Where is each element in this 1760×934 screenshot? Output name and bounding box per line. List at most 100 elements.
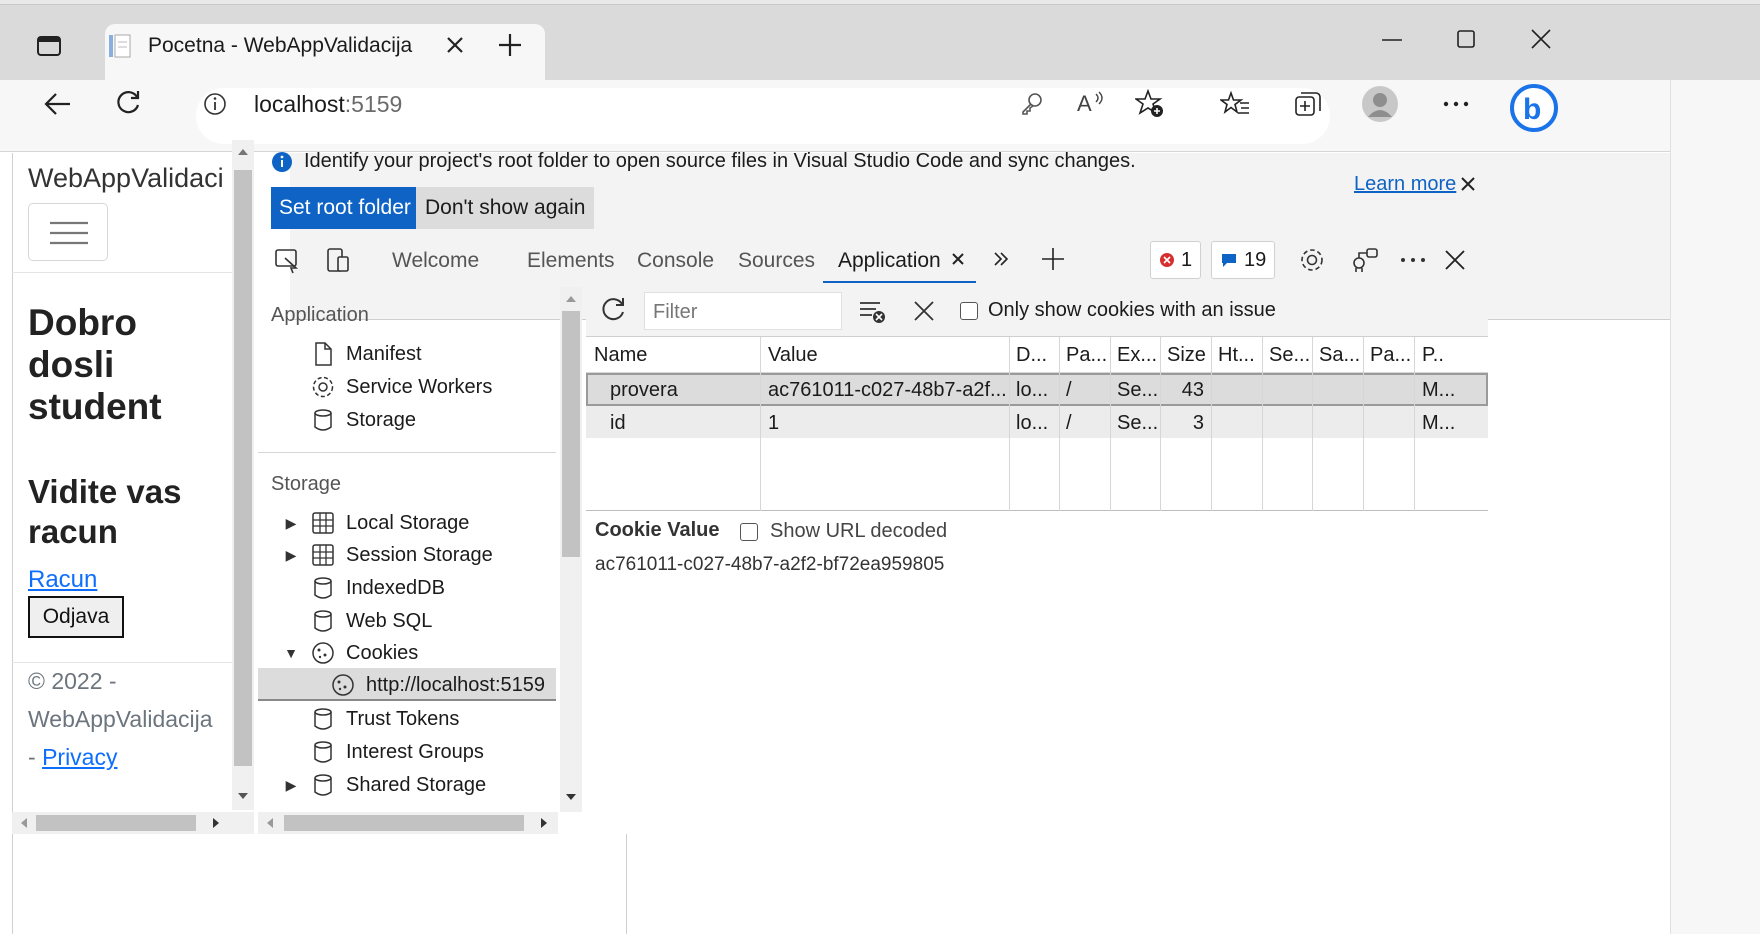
page-vertical-scrollbar[interactable] bbox=[232, 140, 254, 810]
site-info-button[interactable] bbox=[203, 92, 227, 116]
clear-filtered-cookies-button[interactable] bbox=[858, 297, 888, 325]
col-header-size[interactable]: Size bbox=[1167, 344, 1209, 367]
cell-expires[interactable]: Se... bbox=[1117, 379, 1157, 402]
col-header-partition[interactable]: Pa... bbox=[1370, 344, 1410, 367]
cell-name[interactable]: provera bbox=[610, 379, 678, 402]
tree-item-local-storage[interactable]: ▶ Local Storage bbox=[284, 505, 469, 541]
tab-welcome[interactable]: Welcome bbox=[392, 249, 479, 273]
favorites-button[interactable] bbox=[1220, 91, 1250, 117]
collections-button[interactable] bbox=[1294, 91, 1322, 117]
cookie-filter-input[interactable]: Filter bbox=[644, 292, 842, 330]
col-header-domain[interactable]: D... bbox=[1016, 344, 1056, 367]
sidebar-horizontal-scrollbar[interactable] bbox=[258, 812, 558, 834]
expand-caret-icon[interactable]: ▶ bbox=[284, 515, 298, 532]
show-url-decoded-checkbox[interactable]: Show URL decoded bbox=[740, 520, 947, 543]
logout-button[interactable]: Odjava bbox=[28, 596, 124, 638]
more-tabs-button[interactable] bbox=[992, 250, 1010, 268]
col-header-secure[interactable]: Se... bbox=[1269, 344, 1309, 367]
privacy-link[interactable]: Privacy bbox=[42, 744, 117, 770]
tab-application[interactable]: Application bbox=[838, 249, 941, 273]
refresh-button[interactable] bbox=[114, 89, 142, 117]
tab-application-close[interactable] bbox=[951, 252, 965, 266]
cell-expires[interactable]: Se... bbox=[1117, 412, 1157, 435]
cell-size[interactable]: 3 bbox=[1160, 412, 1204, 435]
add-favorite-button[interactable] bbox=[1135, 89, 1165, 119]
tab-sources[interactable]: Sources bbox=[738, 249, 815, 273]
col-header-name[interactable]: Name bbox=[594, 344, 647, 367]
tree-item-interest-groups[interactable]: Interest Groups bbox=[310, 734, 484, 770]
sidebar-vertical-scrollbar[interactable] bbox=[560, 287, 582, 812]
tree-item-service-workers[interactable]: Service Workers bbox=[310, 369, 492, 405]
collapse-caret-icon[interactable]: ▼ bbox=[284, 645, 298, 661]
url-text[interactable]: localhost:5159 bbox=[254, 89, 402, 119]
col-header-path[interactable]: Pa... bbox=[1066, 344, 1106, 367]
tab-console[interactable]: Console bbox=[637, 249, 714, 273]
cell-value[interactable]: ac761011-c027-48b7-a2f... bbox=[768, 379, 1006, 402]
tree-item-web-sql[interactable]: Web SQL bbox=[310, 603, 432, 639]
tree-item-manifest[interactable]: Manifest bbox=[310, 336, 422, 372]
maximize-button[interactable] bbox=[1455, 28, 1477, 50]
tree-item-storage-overview[interactable]: Storage bbox=[310, 402, 416, 438]
only-issue-checkbox[interactable]: Only show cookies with an issue bbox=[960, 299, 1276, 322]
inspect-element-button[interactable] bbox=[274, 248, 300, 274]
sidebar-scroll-thumb[interactable] bbox=[562, 311, 580, 557]
cell-domain[interactable]: lo... bbox=[1016, 412, 1056, 435]
page-hscroll-thumb[interactable] bbox=[36, 815, 196, 831]
infobar-close-button[interactable] bbox=[1460, 176, 1476, 192]
racun-link[interactable]: Racun bbox=[28, 566, 97, 594]
col-header-samesite[interactable]: Sa... bbox=[1319, 344, 1359, 367]
col-header-priority[interactable]: P.. bbox=[1422, 344, 1462, 367]
tree-item-shared-storage[interactable]: ▶ Shared Storage bbox=[284, 767, 486, 803]
cell-priority[interactable]: M... bbox=[1422, 412, 1462, 435]
tree-item-indexeddb[interactable]: IndexedDB bbox=[310, 570, 445, 606]
messages-badge[interactable]: 19 bbox=[1211, 241, 1276, 279]
tree-item-cookie-origin[interactable]: http://localhost:5159 bbox=[330, 667, 545, 703]
password-key-button[interactable] bbox=[1020, 92, 1044, 116]
customize-devtools-button[interactable] bbox=[1350, 246, 1380, 274]
navbar-brand[interactable]: WebAppValidaci bbox=[28, 163, 224, 194]
cookie-value-text[interactable]: ac761011-c027-48b7-a2f2-bf72ea959805 bbox=[595, 554, 944, 576]
tree-item-cookies[interactable]: ▼ Cookies bbox=[284, 635, 418, 671]
learn-more-link[interactable]: Learn more bbox=[1354, 173, 1456, 196]
cell-name[interactable]: id bbox=[610, 412, 626, 435]
refresh-cookies-button[interactable] bbox=[600, 296, 628, 324]
back-button[interactable] bbox=[42, 91, 72, 117]
cell-value[interactable]: 1 bbox=[768, 412, 1006, 435]
devtools-close-button[interactable] bbox=[1444, 249, 1466, 271]
read-aloud-button[interactable]: A bbox=[1077, 90, 1107, 116]
col-header-value[interactable]: Value bbox=[768, 344, 818, 367]
profile-button[interactable] bbox=[1362, 86, 1398, 122]
checkbox-box[interactable] bbox=[960, 301, 978, 320]
set-root-folder-button[interactable]: Set root folder bbox=[271, 187, 419, 229]
cell-domain[interactable]: lo... bbox=[1016, 379, 1056, 402]
new-tab-button[interactable] bbox=[496, 31, 524, 59]
navbar-toggler-button[interactable] bbox=[28, 203, 108, 261]
window-close-button[interactable] bbox=[1529, 27, 1553, 51]
tab-elements[interactable]: Elements bbox=[527, 249, 615, 273]
col-header-expires[interactable]: Ex... bbox=[1117, 344, 1157, 367]
delete-cookie-button[interactable] bbox=[912, 299, 936, 323]
page-horizontal-scrollbar[interactable] bbox=[12, 812, 254, 834]
more-menu-button[interactable] bbox=[1443, 100, 1469, 108]
bing-copilot-button[interactable]: b bbox=[1508, 82, 1560, 134]
cell-size[interactable]: 43 bbox=[1160, 379, 1204, 402]
devtools-settings-button[interactable] bbox=[1298, 246, 1326, 274]
expand-caret-icon[interactable]: ▶ bbox=[284, 777, 298, 794]
cell-path[interactable]: / bbox=[1066, 412, 1106, 435]
cell-priority[interactable]: M... bbox=[1422, 379, 1462, 402]
tree-item-session-storage[interactable]: ▶ Session Storage bbox=[284, 537, 493, 573]
dont-show-again-button[interactable]: Don't show again bbox=[416, 187, 595, 229]
devtools-more-button[interactable] bbox=[1400, 256, 1428, 264]
add-tool-button[interactable] bbox=[1040, 246, 1066, 272]
sidebar-hscroll-thumb[interactable] bbox=[284, 815, 524, 831]
col-header-httponly[interactable]: Ht... bbox=[1218, 344, 1258, 367]
page-scroll-thumb[interactable] bbox=[234, 170, 252, 766]
errors-badge[interactable]: 1 bbox=[1150, 241, 1202, 279]
tree-item-trust-tokens[interactable]: Trust Tokens bbox=[310, 701, 459, 737]
tab-actions-menu[interactable] bbox=[36, 35, 62, 57]
device-emulation-button[interactable] bbox=[325, 247, 351, 275]
expand-caret-icon[interactable]: ▶ bbox=[284, 547, 298, 564]
minimize-button[interactable] bbox=[1380, 38, 1404, 42]
cell-path[interactable]: / bbox=[1066, 379, 1106, 402]
checkbox-box[interactable] bbox=[740, 522, 758, 541]
